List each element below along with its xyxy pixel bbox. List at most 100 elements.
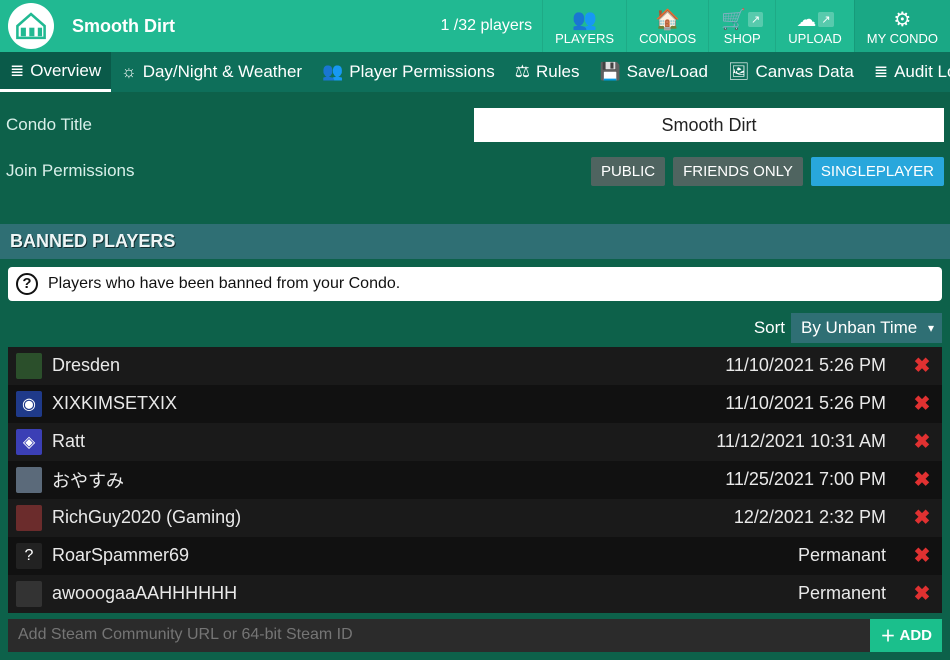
banned-player-name: RoarSpammer69 — [52, 545, 189, 566]
sort-select[interactable]: By Unban Time — [791, 313, 942, 343]
tab-icon: 👥 — [322, 62, 343, 82]
remove-ban-button[interactable]: ✖ — [910, 581, 934, 606]
remove-ban-button[interactable]: ✖ — [910, 391, 934, 416]
tab-player-permissions[interactable]: 👥 Player Permissions — [312, 52, 505, 92]
tab-day-night-weather[interactable]: ☼ Day/Night & Weather — [111, 52, 312, 92]
avatar: ◉ — [16, 391, 42, 417]
tab-audit-log[interactable]: ≣ Audit Log — [864, 52, 950, 92]
upload-icon: ☁↗ — [796, 9, 833, 31]
avatar — [16, 353, 42, 379]
tab-icon: 💾 — [599, 62, 620, 82]
tab-label: Player Permissions — [349, 62, 495, 82]
banned-player-time: 11/10/2021 5:26 PM — [725, 355, 886, 376]
banned-player-time: Permanent — [798, 583, 886, 604]
tab-rules[interactable]: ⚖ Rules — [505, 52, 590, 92]
nav-label: UPLOAD — [788, 31, 841, 46]
remove-ban-button[interactable]: ✖ — [910, 467, 934, 492]
join-permissions-buttons: PUBLIC FRIENDS ONLY SINGLEPLAYER — [591, 157, 944, 186]
banned-player-time: Permanant — [798, 545, 886, 566]
banned-player-name: おやすみ — [52, 467, 124, 493]
app-title: Smooth Dirt — [72, 16, 175, 37]
help-icon: ? — [16, 273, 38, 295]
banned-player-name: Dresden — [52, 355, 120, 376]
add-ban-input[interactable] — [8, 619, 870, 652]
banned-players-description: ? Players who have been banned from your… — [8, 267, 942, 301]
nav-label: SHOP — [724, 31, 761, 46]
nav-upload[interactable]: ☁↗UPLOAD — [775, 0, 853, 52]
avatar — [16, 505, 42, 531]
banned-player-name: RichGuy2020 (Gaming) — [52, 507, 241, 528]
banned-players-header: BANNED PLAYERS — [0, 224, 950, 259]
banned-player-row: おやすみ 11/25/2021 7:00 PM ✖ — [8, 461, 942, 499]
banned-player-time: 11/12/2021 10:31 AM — [716, 431, 886, 452]
tab-label: Rules — [536, 62, 579, 82]
banned-player-row: ◉ XIXKIMSETXIX 11/10/2021 5:26 PM ✖ — [8, 385, 942, 423]
banned-players-list: Dresden 11/10/2021 5:26 PM ✖ ◉ XIXKIMSETXIX 1… — [8, 347, 942, 613]
add-button-label: ADD — [900, 627, 933, 644]
app-logo — [8, 3, 54, 49]
tab-label: Day/Night & Weather — [143, 62, 302, 82]
banned-player-row: ? RoarSpammer69 Permanant ✖ — [8, 537, 942, 575]
join-option-singleplayer[interactable]: SINGLEPLAYER — [811, 157, 944, 186]
nav-label: CONDOS — [639, 31, 696, 46]
tab-label: Save/Load — [627, 62, 708, 82]
add-ban-button[interactable]: ＋ ADD — [870, 619, 942, 652]
join-permissions-row: Join Permissions PUBLIC FRIENDS ONLY SINGL… — [6, 148, 944, 194]
nav-my-condo[interactable]: ⚙MY CONDO — [854, 0, 950, 52]
config-section: Condo Title Join Permissions PUBLIC FRIEN… — [0, 92, 950, 224]
nav-shop[interactable]: 🛒↗SHOP — [708, 0, 775, 52]
tab-label: Canvas Data — [756, 62, 854, 82]
tab-icon: 🖼 — [728, 62, 750, 82]
nav-players[interactable]: 👥PLAYERS — [542, 0, 626, 52]
external-link-icon: ↗ — [748, 12, 763, 27]
nav-label: MY CONDO — [867, 31, 938, 46]
avatar — [16, 467, 42, 493]
nav-condos[interactable]: 🏠CONDOS — [626, 0, 708, 52]
players-icon: 👥 — [572, 9, 597, 31]
banned-player-name: Ratt — [52, 431, 85, 452]
banned-player-time: 11/10/2021 5:26 PM — [725, 393, 886, 414]
remove-ban-button[interactable]: ✖ — [910, 353, 934, 378]
avatar: ? — [16, 543, 42, 569]
remove-ban-button[interactable]: ✖ — [910, 505, 934, 530]
add-ban-row: ＋ ADD — [8, 619, 942, 652]
nav-label: PLAYERS — [555, 31, 614, 46]
banned-player-row: RichGuy2020 (Gaming) 12/2/2021 2:32 PM ✖ — [8, 499, 942, 537]
tab-icon: ⚖ — [515, 62, 530, 82]
top-bar: Smooth Dirt 1 /32 players 👥PLAYERS🏠CONDO… — [0, 0, 950, 52]
tab-canvas-data[interactable]: 🖼 Canvas Data — [718, 52, 864, 92]
sort-label: Sort — [754, 318, 785, 338]
join-permissions-label: Join Permissions — [6, 161, 206, 181]
tab-save-load[interactable]: 💾 Save/Load — [589, 52, 717, 92]
condo-title-row: Condo Title — [6, 102, 944, 148]
remove-ban-button[interactable]: ✖ — [910, 429, 934, 454]
tab-icon: ☼ — [121, 62, 137, 82]
tab-strip: ≣ Overview ☼ Day/Night & Weather 👥 Player Per… — [0, 52, 950, 92]
join-option-friends-only[interactable]: FRIENDS ONLY — [673, 157, 803, 186]
banned-player-time: 11/25/2021 7:00 PM — [725, 469, 886, 490]
banned-player-name: awooogaaAAHHHHHH — [52, 583, 237, 604]
top-nav: 👥PLAYERS🏠CONDOS🛒↗SHOP☁↗UPLOAD⚙MY CONDO — [542, 0, 950, 52]
list-icon: ≣ — [874, 62, 888, 82]
condo-title-input[interactable] — [474, 108, 944, 142]
external-link-icon: ↗ — [818, 12, 833, 27]
banned-player-name: XIXKIMSETXIX — [52, 393, 177, 414]
logo-wrap — [0, 0, 62, 52]
shop-icon: 🛒↗ — [721, 9, 763, 31]
join-option-public[interactable]: PUBLIC — [591, 157, 665, 186]
my condo-icon: ⚙ — [893, 9, 911, 31]
tab-icon: ≣ — [10, 61, 24, 81]
house-icon — [14, 9, 48, 43]
tab-label: Overview — [30, 61, 101, 81]
banned-player-row: ◈Ratt11/12/2021 10:31 AM✖ — [8, 423, 942, 461]
tab-label: Audit Log — [894, 62, 950, 82]
remove-ban-button[interactable]: ✖ — [910, 543, 934, 568]
tab-overview[interactable]: ≣ Overview — [0, 52, 111, 92]
avatar — [16, 581, 42, 607]
sort-row: Sort By Unban Time — [0, 309, 950, 347]
banned-desc-text: Players who have been banned from your C… — [48, 275, 400, 293]
banned-player-row: Dresden 11/10/2021 5:26 PM ✖ — [8, 347, 942, 385]
banned-player-time: 12/2/2021 2:32 PM — [734, 507, 886, 528]
player-count: 1 /32 players — [440, 17, 532, 35]
condos-icon: 🏠 — [655, 9, 680, 31]
